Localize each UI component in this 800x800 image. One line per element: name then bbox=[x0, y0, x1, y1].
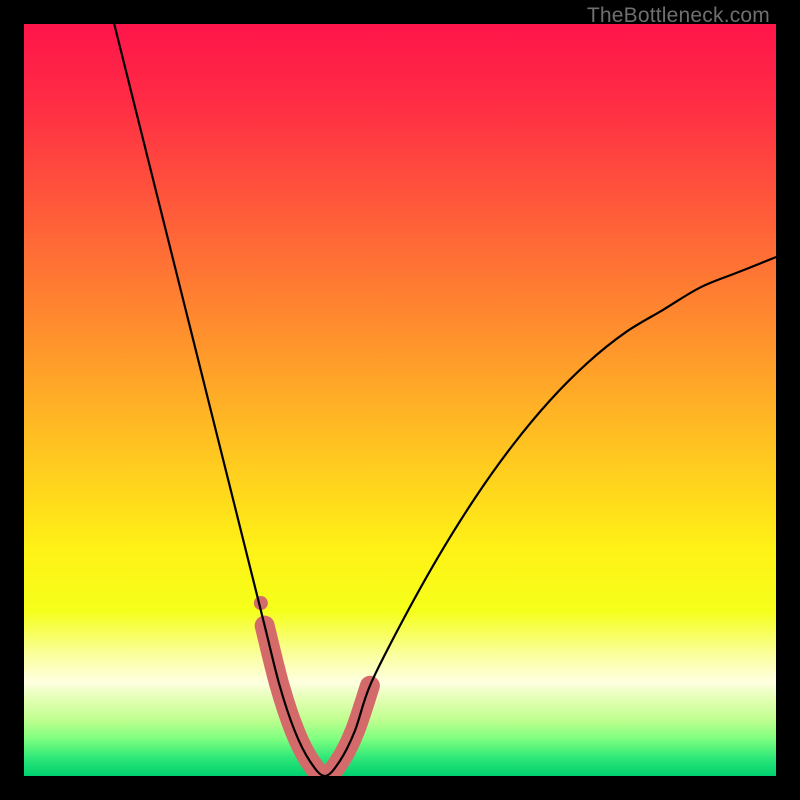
watermark-text: TheBottleneck.com bbox=[587, 4, 770, 28]
chart-plot bbox=[24, 24, 776, 776]
highlight-marker bbox=[254, 596, 370, 776]
bottleneck-curve bbox=[114, 24, 776, 776]
chart-frame bbox=[24, 24, 776, 776]
